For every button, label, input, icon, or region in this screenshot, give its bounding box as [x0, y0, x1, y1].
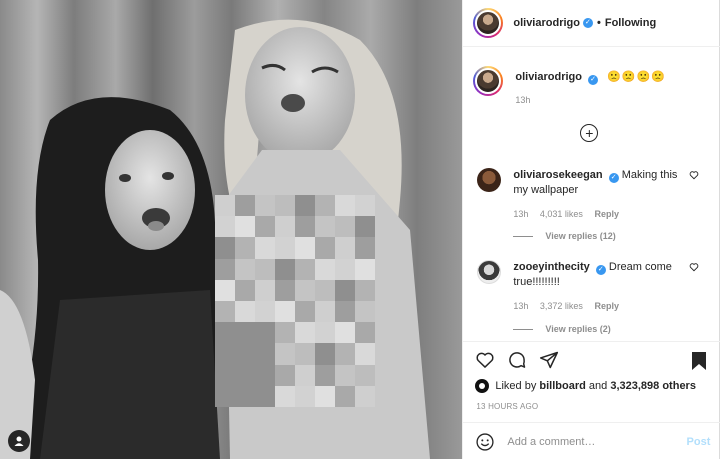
heart-icon[interactable]	[689, 262, 699, 272]
caption-author-avatar[interactable]	[473, 66, 504, 96]
comment-item: oliviarosekeegan ✓ Making this my wallpa…	[477, 168, 713, 221]
verified-badge-icon: ✓	[582, 18, 593, 28]
separator-dot: •	[596, 17, 601, 29]
commenter-username[interactable]: oliviarosekeegan	[513, 169, 602, 181]
instagram-post: oliviarodrigo ✓ • Following oliviarodrig…	[0, 0, 720, 459]
likes-count[interactable]: 3,323,898 others	[610, 380, 696, 392]
post-header: oliviarodrigo ✓ • Following	[463, 0, 720, 47]
likes-prefix: Liked by	[495, 380, 537, 392]
post-caption: oliviarodrigo ✓ 🙁🙁🙁🙁 13h	[473, 66, 666, 105]
view-replies-button[interactable]: View replies (2)	[513, 324, 611, 334]
reply-button[interactable]: Reply	[594, 301, 619, 311]
reply-button[interactable]: Reply	[594, 209, 619, 219]
heart-icon[interactable]	[689, 170, 699, 180]
caption-author-username[interactable]: oliviarodrigo	[515, 71, 582, 83]
commenter-avatar[interactable]	[477, 260, 502, 284]
post-side-panel: oliviarodrigo ✓ • Following oliviarodrig…	[462, 0, 720, 459]
censor-pixelation	[215, 195, 375, 407]
comment-likes[interactable]: 4,031 likes	[540, 209, 583, 219]
verified-badge-icon: ✓	[588, 75, 599, 85]
comments-section[interactable]: oliviarodrigo ✓ 🙁🙁🙁🙁 13h + oliviarosekee…	[463, 48, 720, 341]
likes-conjunction: and	[588, 380, 608, 392]
comment-age: 13h	[513, 301, 529, 311]
post-photo[interactable]	[0, 0, 463, 459]
caption-age: 13h	[515, 95, 531, 105]
liker-avatar[interactable]	[475, 379, 490, 393]
user-tag-icon[interactable]	[8, 430, 30, 452]
likes-summary: Liked by billboard and 3,323,898 others	[475, 379, 696, 393]
view-replies-button[interactable]: View replies (12)	[513, 231, 616, 241]
liker-username[interactable]: billboard	[539, 380, 585, 392]
smiley-icon[interactable]	[475, 432, 495, 452]
commenter-avatar[interactable]	[477, 168, 502, 192]
following-button[interactable]: Following	[605, 17, 656, 29]
comment-likes[interactable]: 3,372 likes	[540, 301, 583, 311]
post-comment-button[interactable]: Post	[687, 436, 711, 448]
author-username[interactable]: oliviarodrigo	[513, 17, 580, 29]
author-avatar[interactable]	[473, 8, 504, 38]
post-timestamp[interactable]: 13 HOURS AGO	[476, 402, 538, 411]
post-actions: Liked by billboard and 3,323,898 others …	[463, 341, 720, 459]
comment-icon[interactable]	[507, 350, 527, 370]
add-comment-bar: Post	[463, 422, 720, 460]
caption-text: 🙁🙁🙁🙁	[607, 71, 666, 83]
verified-badge-icon: ✓	[595, 265, 606, 275]
comment-item: zooeyinthecity ✓ Dream come true!!!!!!!!…	[477, 260, 713, 313]
commenter-username[interactable]: zooeyinthecity	[513, 261, 589, 273]
heart-icon[interactable]	[475, 350, 495, 370]
paper-plane-icon[interactable]	[539, 350, 559, 370]
bookmark-icon[interactable]	[690, 351, 708, 371]
plus-circle-icon[interactable]: +	[580, 124, 599, 142]
verified-badge-icon: ✓	[608, 173, 619, 183]
comment-age: 13h	[513, 209, 529, 219]
comment-input[interactable]	[507, 435, 678, 448]
